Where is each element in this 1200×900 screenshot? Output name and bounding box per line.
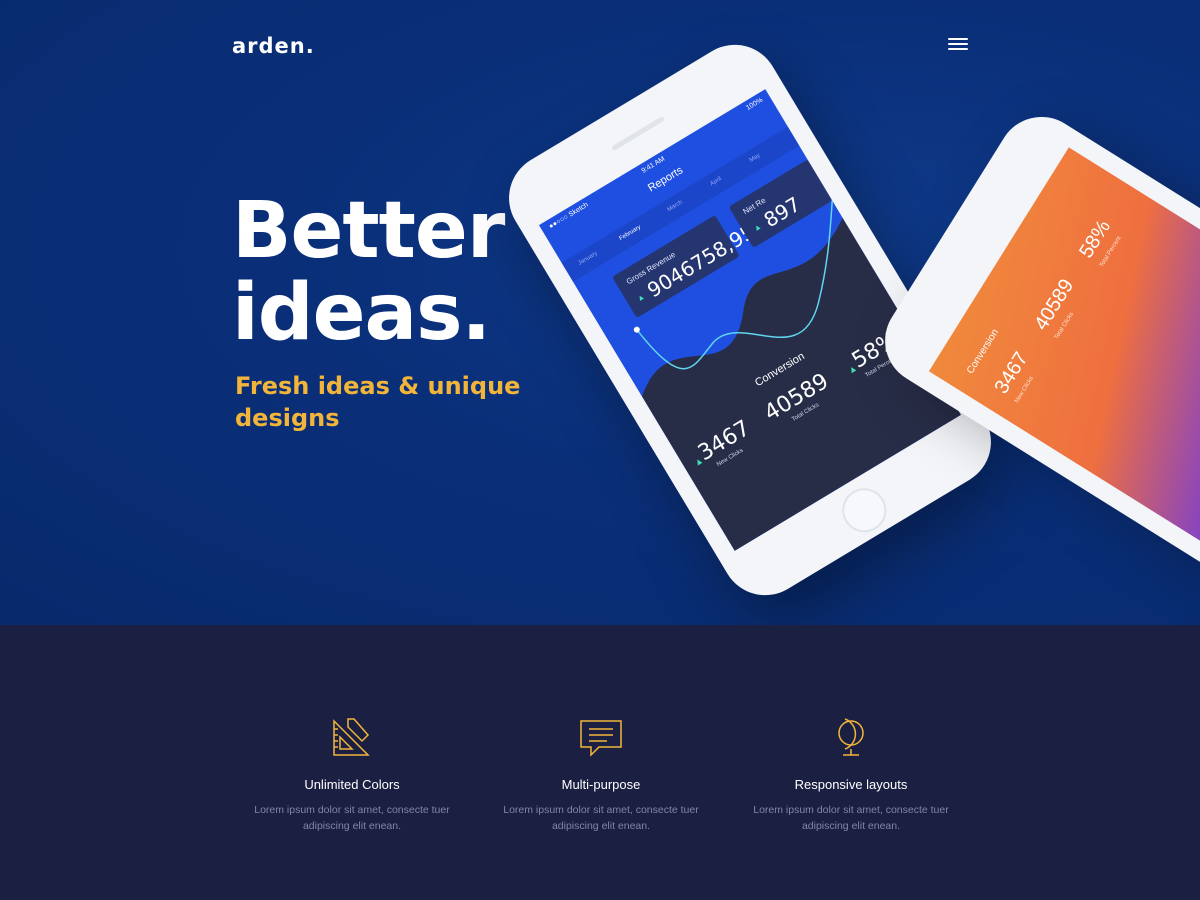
phone-screen-secondary: Conversion 3467 New Clicks 40589 Total C… (928, 147, 1200, 573)
secondary-title: Conversion (964, 327, 1002, 377)
feature-description: Lorem ipsum dolor sit amet, consecte tue… (503, 804, 699, 832)
feature-multi-purpose: Multi-purpose Lorem ipsum dolor sit amet… (481, 715, 721, 834)
hero-section: arden. Better ideas. Fresh ideas & uniqu… (0, 0, 1200, 625)
phone-home-button (834, 480, 895, 541)
headline-line-2: ideas. (232, 268, 491, 358)
speech-bubble-icon (580, 720, 622, 757)
feature-unlimited-colors: Unlimited Colors Lorem ipsum dolor sit a… (232, 715, 472, 834)
headline-line-1: Better (232, 186, 505, 276)
hamburger-menu-icon[interactable] (948, 38, 968, 54)
globe-icon (838, 718, 864, 756)
ruler-pencil-icon (333, 718, 370, 756)
feature-title: Multi-purpose (561, 777, 641, 792)
phone-mockup-secondary: Conversion 3467 New Clicks 40589 Total C… (868, 100, 1200, 620)
feature-title: Unlimited Colors (304, 777, 400, 792)
feature-responsive-layouts: Responsive layouts Lorem ipsum dolor sit… (731, 715, 971, 834)
feature-description: Lorem ipsum dolor sit amet, consecte tue… (254, 804, 450, 832)
feature-title: Responsive layouts (794, 777, 908, 792)
phone-speaker (610, 115, 665, 152)
features-section: Unlimited Colors Lorem ipsum dolor sit a… (0, 625, 1200, 900)
feature-description: Lorem ipsum dolor sit amet, consecte tue… (753, 804, 949, 832)
up-arrow-icon: ▲ (751, 221, 764, 234)
up-arrow-icon: ▲ (635, 291, 647, 304)
hero-headline: Better ideas. (232, 190, 505, 354)
brand-logo[interactable]: arden. (232, 34, 315, 58)
hero-tagline: Fresh ideas & unique designs (235, 372, 521, 432)
secondary-stat-value: 40589 (1030, 275, 1079, 335)
